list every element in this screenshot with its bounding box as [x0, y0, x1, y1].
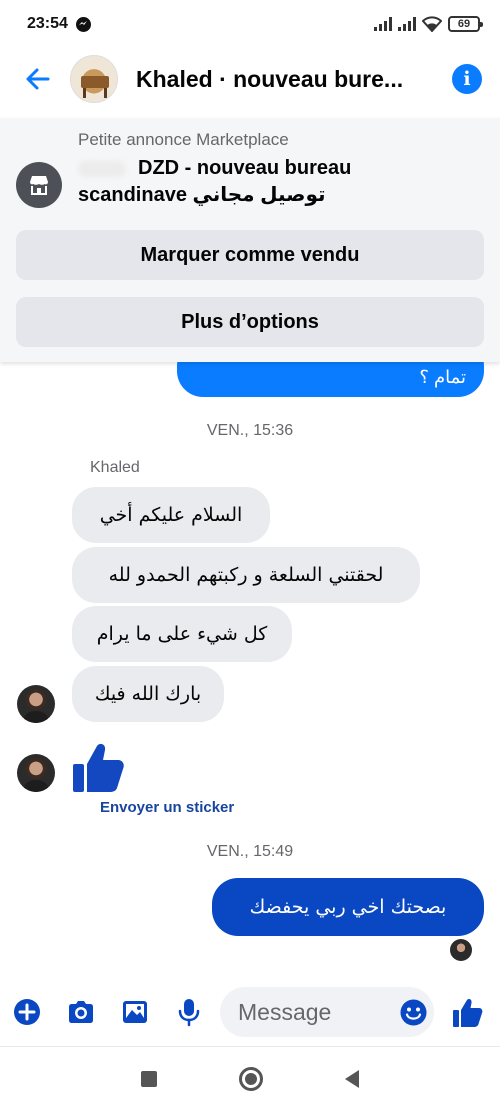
marketplace-label: Petite annonce Marketplace: [78, 130, 289, 149]
seen-avatar: [450, 939, 472, 961]
listing-title-line2: scandinave توصيل مجاني: [78, 184, 326, 206]
avatar[interactable]: [17, 754, 55, 792]
message-timestamp: VEN., 15:36: [206, 422, 294, 439]
recent-apps-button[interactable]: [141, 1071, 157, 1087]
message-composer: [0, 984, 500, 1040]
incoming-message[interactable]: كل شيء على ما يرام: [72, 606, 292, 662]
incoming-message[interactable]: لحقتني السلعة و ركبتهم الحمدو لله: [72, 547, 420, 603]
mark-as-sold-button[interactable]: Marquer comme vendu: [16, 230, 484, 280]
home-button[interactable]: [239, 1067, 263, 1091]
microphone-icon[interactable]: [174, 997, 204, 1027]
avatar[interactable]: [17, 685, 55, 723]
hidden-price: [78, 160, 126, 177]
emoji-icon[interactable]: [400, 999, 427, 1026]
image-icon[interactable]: [120, 997, 150, 1027]
sender-name: Khaled: [90, 459, 140, 476]
listing-title-line1: DZD - nouveau bureau: [138, 157, 352, 179]
outgoing-message[interactable]: بصحتك اخي ربي يحفضك: [212, 878, 484, 936]
send-sticker-link[interactable]: Envoyer un sticker: [100, 799, 234, 816]
plus-circle-icon[interactable]: [12, 997, 42, 1027]
system-back-button[interactable]: [345, 1070, 359, 1088]
incoming-message[interactable]: بارك الله فيك: [72, 666, 224, 722]
marketplace-listing-panel: Petite annonce Marketplace DZD - nouveau…: [0, 118, 500, 362]
message-timestamp: VEN., 15:49: [206, 843, 294, 860]
storefront-icon: [16, 162, 62, 208]
thumbs-up-icon[interactable]: [451, 997, 483, 1029]
system-navigation-bar: [0, 1046, 500, 1111]
listing-title: DZD - nouveau bureau: [78, 155, 351, 182]
more-options-button[interactable]: Plus d’options: [16, 297, 484, 347]
thumbs-up-sticker[interactable]: [70, 740, 126, 796]
incoming-message[interactable]: السلام عليكم أخي: [72, 487, 270, 543]
camera-icon[interactable]: [66, 997, 96, 1027]
